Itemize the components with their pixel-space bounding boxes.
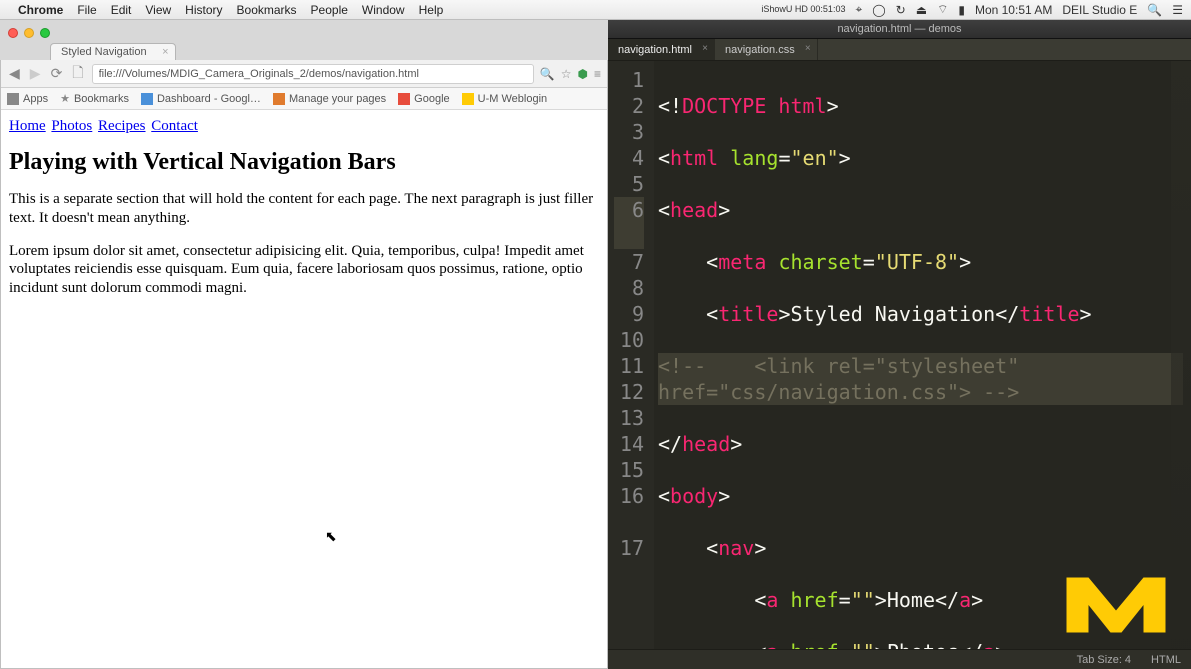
- wifi-icon[interactable]: ⌔: [937, 2, 948, 17]
- browser-tab[interactable]: Styled Navigation ×: [50, 43, 176, 60]
- bookmark-bookmarks[interactable]: ★Bookmarks: [60, 92, 129, 105]
- menu-window[interactable]: Window: [362, 3, 405, 17]
- tab-title: Styled Navigation: [61, 46, 147, 58]
- mac-menubar: Chrome File Edit View History Bookmarks …: [0, 0, 1191, 20]
- menu-view[interactable]: View: [145, 3, 171, 17]
- page-paragraph-2: Lorem ipsum dolor sit amet, consectetur …: [9, 242, 599, 298]
- minimap[interactable]: [1171, 61, 1191, 649]
- minimize-window-icon[interactable]: [24, 28, 34, 38]
- sync-icon[interactable]: ↻: [896, 3, 906, 17]
- rendered-page: Home Photos Recipes Contact Playing with…: [1, 110, 607, 668]
- close-tab-icon[interactable]: ×: [805, 43, 811, 54]
- battery-icon[interactable]: ▮: [958, 3, 965, 17]
- michigan-logo-icon: [1061, 565, 1171, 645]
- nav-link-contact[interactable]: Contact: [151, 118, 198, 134]
- menu-file[interactable]: File: [77, 3, 96, 17]
- menu-bookmarks[interactable]: Bookmarks: [237, 3, 297, 17]
- circle-icon[interactable]: ◯: [872, 3, 885, 17]
- nav-link-home[interactable]: Home: [9, 118, 46, 134]
- bookmark-dashboard[interactable]: Dashboard - Googl…: [141, 93, 261, 105]
- menu-help[interactable]: Help: [419, 3, 444, 17]
- nav-link-photos[interactable]: Photos: [51, 118, 92, 134]
- zoom-window-icon[interactable]: [40, 28, 50, 38]
- nav-link-recipes[interactable]: Recipes: [98, 118, 145, 134]
- status-lang[interactable]: HTML: [1151, 654, 1181, 666]
- editor-tab-label: navigation.html: [618, 44, 692, 56]
- editor-tabstrip: navigation.html × navigation.css ×: [608, 39, 1191, 61]
- bookmarks-bar: Apps ★Bookmarks Dashboard - Googl… Manag…: [1, 88, 607, 110]
- code-area[interactable]: <!DOCTYPE html> <html lang="en"> <head> …: [654, 61, 1191, 649]
- editor-titlebar: navigation.html — demos: [608, 20, 1191, 39]
- eject-icon[interactable]: ⏏: [916, 3, 927, 17]
- forward-button[interactable]: ▶: [28, 65, 43, 82]
- bookmark-google[interactable]: Google: [398, 93, 449, 105]
- bookmark-manage-pages[interactable]: Manage your pages: [273, 93, 386, 105]
- reload-button[interactable]: ⟳: [49, 65, 65, 82]
- bookmark-weblogin[interactable]: U-M Weblogin: [462, 93, 548, 105]
- close-tab-icon[interactable]: ×: [702, 43, 708, 54]
- line-gutter: 123456789101112131415161718: [608, 61, 654, 649]
- recorder-status: iShowU HD 00:51:03: [761, 5, 845, 14]
- page-nav: Home Photos Recipes Contact: [9, 118, 599, 135]
- address-bar: ◀ ▶ ⟳ 🗋 🔍 ☆ ⬢ ≡: [1, 60, 607, 88]
- mouse-cursor-icon: ⬉: [325, 528, 337, 545]
- editor-tab-css[interactable]: navigation.css ×: [715, 39, 818, 60]
- window-controls: [0, 20, 608, 42]
- bookmark-apps[interactable]: Apps: [7, 93, 48, 105]
- close-window-icon[interactable]: [8, 28, 18, 38]
- menubar-clock[interactable]: Mon 10:51 AM: [975, 3, 1052, 17]
- status-tabsize[interactable]: Tab Size: 4: [1077, 654, 1131, 666]
- editor-body[interactable]: 123456789101112131415161718 <!DOCTYPE ht…: [608, 61, 1191, 649]
- location-icon[interactable]: ⌖: [855, 2, 862, 17]
- zoom-icon[interactable]: 🔍: [540, 67, 555, 81]
- page-paragraph-1: This is a separate section that will hol…: [9, 190, 599, 228]
- extension-icon[interactable]: ⬢: [578, 67, 588, 81]
- editor-title: navigation.html — demos: [837, 23, 961, 35]
- page-heading: Playing with Vertical Navigation Bars: [9, 149, 599, 176]
- close-tab-icon[interactable]: ×: [162, 46, 168, 58]
- code-editor: navigation.html — demos navigation.html …: [608, 20, 1191, 669]
- back-button[interactable]: ◀: [7, 65, 22, 82]
- menubar-user[interactable]: DEIL Studio E: [1062, 3, 1137, 17]
- spotlight-icon[interactable]: 🔍: [1147, 3, 1162, 17]
- chrome-menu-icon[interactable]: ≡: [594, 67, 601, 81]
- file-icon: 🗋: [70, 62, 85, 86]
- editor-statusbar: Tab Size: 4 HTML: [608, 649, 1191, 669]
- url-field[interactable]: [92, 64, 534, 84]
- bookmark-star-icon[interactable]: ☆: [561, 67, 572, 81]
- editor-tab-label: navigation.css: [725, 44, 795, 56]
- menu-history[interactable]: History: [185, 3, 222, 17]
- menu-people[interactable]: People: [311, 3, 348, 17]
- app-menu-chrome[interactable]: Chrome: [18, 3, 63, 17]
- browser-tabstrip: Styled Navigation ×: [0, 42, 608, 60]
- menu-edit[interactable]: Edit: [111, 3, 132, 17]
- chrome-window: Styled Navigation × ◀ ▶ ⟳ 🗋 🔍 ☆ ⬢ ≡ Apps…: [0, 20, 608, 669]
- editor-tab-html[interactable]: navigation.html ×: [608, 39, 715, 60]
- menu-extras-icon[interactable]: ☰: [1172, 3, 1183, 17]
